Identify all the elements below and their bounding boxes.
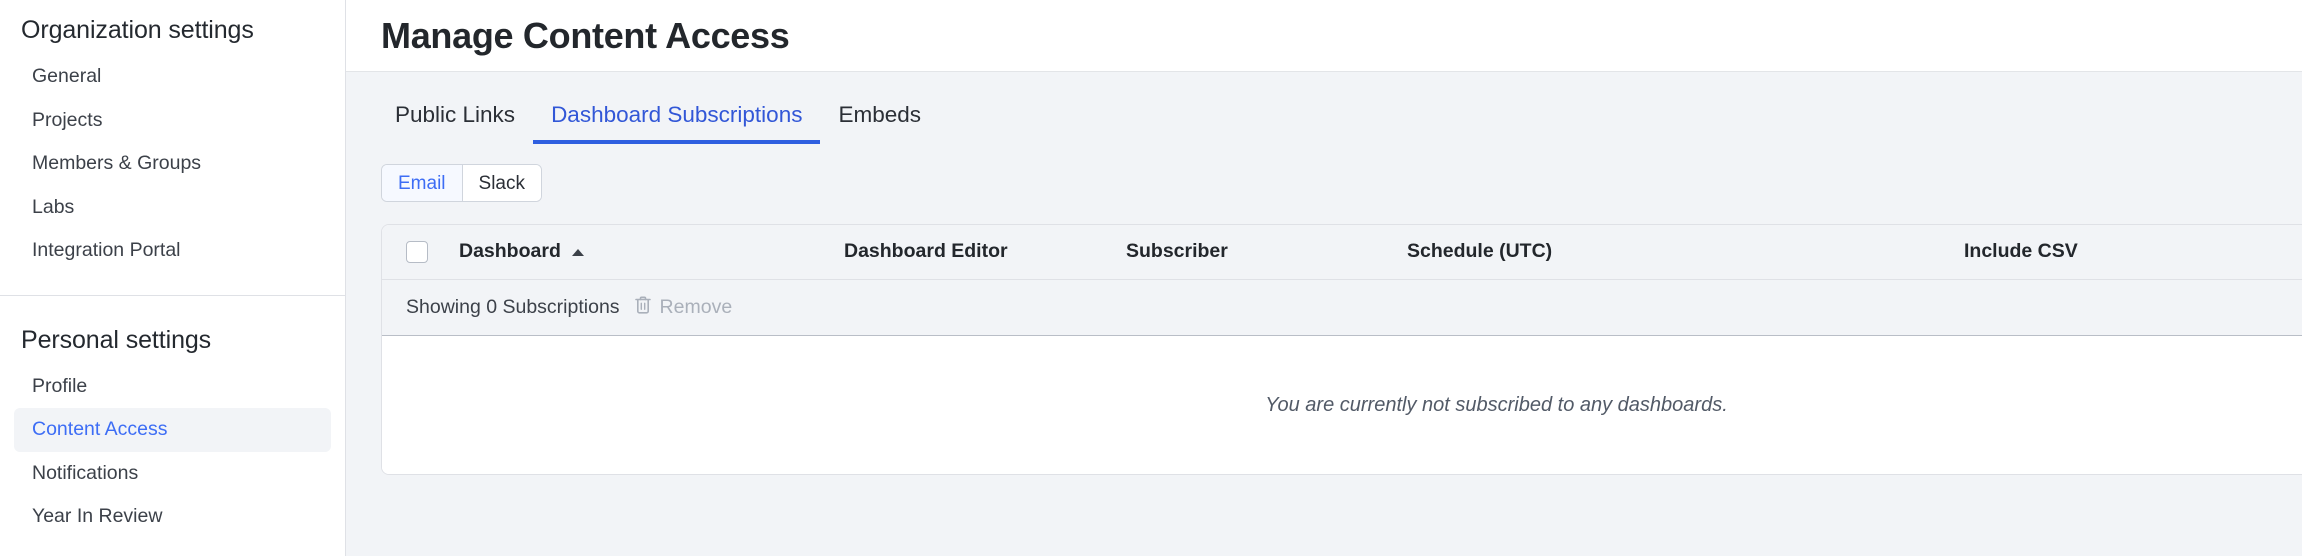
channel-toggle-label: Email: [398, 174, 446, 193]
tab-bar: Public Links Dashboard Subscriptions Emb…: [381, 72, 2264, 144]
column-header-dashboard-editor[interactable]: Dashboard Editor: [844, 242, 1126, 262]
sidebar-items-organization: General Projects Members & Groups Labs I…: [0, 55, 345, 273]
trash-icon: [634, 295, 652, 320]
sidebar-item-label: Content Access: [32, 418, 168, 440]
sidebar-item-projects[interactable]: Projects: [14, 99, 331, 143]
column-header-dashboard[interactable]: Dashboard: [459, 242, 844, 262]
empty-state-message: You are currently not subscribed to any …: [1265, 395, 1728, 415]
sidebar-item-label: Members & Groups: [32, 152, 201, 174]
showing-count-label: Showing 0 Subscriptions: [406, 298, 620, 318]
channel-toggle-group: Email Slack: [381, 164, 542, 202]
table-body: You are currently not subscribed to any …: [382, 336, 2302, 474]
sidebar-item-year-in-review[interactable]: Year In Review: [14, 495, 331, 539]
tab-dashboard-subscriptions[interactable]: Dashboard Subscriptions: [533, 103, 820, 144]
table-header-row: Dashboard Dashboard Editor Subscriber Sc…: [382, 225, 2302, 280]
sort-ascending-icon: [572, 249, 584, 256]
column-header-subscriber[interactable]: Subscriber: [1126, 242, 1407, 262]
sidebar-group-personal: Personal settings Profile Content Access…: [0, 296, 345, 539]
column-header-label: Include CSV: [1964, 242, 2078, 262]
tab-embeds[interactable]: Embeds: [820, 103, 939, 144]
select-all-checkbox[interactable]: [406, 241, 428, 263]
sidebar-item-label: Projects: [32, 109, 102, 131]
column-header-label: Schedule (UTC): [1407, 242, 1552, 262]
sidebar-item-label: Profile: [32, 375, 87, 397]
channel-toggle-label: Slack: [479, 174, 525, 193]
sidebar-item-notifications[interactable]: Notifications: [14, 452, 331, 496]
sidebar-item-profile[interactable]: Profile: [14, 365, 331, 409]
tab-label: Dashboard Subscriptions: [551, 102, 802, 127]
tab-label: Embeds: [838, 102, 921, 127]
sidebar-item-label: Notifications: [32, 462, 138, 484]
table-toolbar: Showing 0 Subscriptions Remove: [382, 280, 2302, 336]
sidebar-item-general[interactable]: General: [14, 55, 331, 99]
sidebar-item-label: Integration Portal: [32, 239, 181, 261]
tab-public-links[interactable]: Public Links: [377, 103, 533, 144]
content-area: Public Links Dashboard Subscriptions Emb…: [346, 72, 2302, 556]
sidebar-group-organization: Organization settings General Projects M…: [0, 0, 345, 273]
column-header-include-csv[interactable]: Include CSV: [1964, 242, 2302, 262]
column-header-label: Subscriber: [1126, 242, 1228, 262]
sidebar-item-label: Labs: [32, 196, 74, 218]
sidebar-group-title-personal: Personal settings: [0, 296, 345, 353]
settings-sidebar: Organization settings General Projects M…: [0, 0, 346, 556]
sidebar-item-labs[interactable]: Labs: [14, 186, 331, 230]
column-header-schedule-utc[interactable]: Schedule (UTC): [1407, 242, 1964, 262]
sidebar-item-members-groups[interactable]: Members & Groups: [14, 142, 331, 186]
sidebar-item-content-access[interactable]: Content Access: [14, 408, 331, 452]
sidebar-item-label: General: [32, 65, 101, 87]
page-header: Manage Content Access: [346, 0, 2302, 72]
sidebar-items-personal: Profile Content Access Notifications Yea…: [0, 365, 345, 539]
tab-label: Public Links: [395, 102, 515, 127]
sidebar-item-integration-portal[interactable]: Integration Portal: [14, 229, 331, 273]
channel-toggle-slack[interactable]: Slack: [462, 165, 541, 201]
column-header-label: Dashboard: [459, 242, 561, 262]
remove-button[interactable]: Remove: [634, 295, 733, 320]
sidebar-group-title-organization: Organization settings: [0, 0, 345, 43]
channel-toggle-email[interactable]: Email: [382, 165, 462, 201]
remove-label: Remove: [660, 298, 733, 318]
app-root: Organization settings General Projects M…: [0, 0, 2302, 556]
sidebar-item-label: Year In Review: [32, 505, 162, 527]
column-header-label: Dashboard Editor: [844, 242, 1008, 262]
main-content: Manage Content Access Public Links Dashb…: [346, 0, 2302, 556]
subscriptions-table: Dashboard Dashboard Editor Subscriber Sc…: [381, 224, 2302, 475]
page-title: Manage Content Access: [381, 18, 789, 54]
